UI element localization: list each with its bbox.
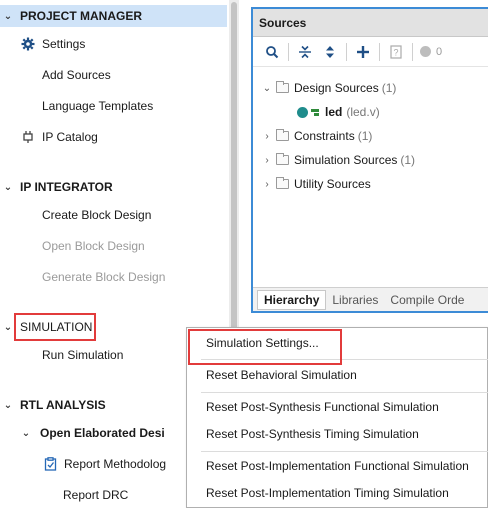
sources-panel-title: Sources <box>259 15 307 30</box>
nav-item-settings[interactable]: Settings <box>20 33 85 55</box>
collapse-all-icon <box>299 45 311 58</box>
nav-item-label: Run Simulation <box>42 348 124 362</box>
nav-item-label: Settings <box>42 37 86 51</box>
tab-libraries[interactable]: Libraries <box>326 290 384 310</box>
chevron-down-icon: ⌄ <box>3 399 13 411</box>
chevron-down-icon: ⌄ <box>21 427 31 439</box>
section-project-manager[interactable]: ⌄ PROJECT MANAGER <box>0 5 227 27</box>
gear-icon <box>20 36 36 52</box>
nav-item-open-elaborated-design[interactable]: ⌄ Open Elaborated Desi <box>20 422 165 444</box>
scrollbar-thumb[interactable] <box>231 2 237 332</box>
section-title: SIMULATION <box>20 320 93 334</box>
tree-item-constraints[interactable]: › Constraints (1) <box>261 125 372 147</box>
help-document-icon: ? <box>390 44 402 59</box>
status-count: 0 <box>420 46 442 58</box>
chevron-right-icon: › <box>265 178 269 190</box>
tree-item-simulation-sources[interactable]: › Simulation Sources (1) <box>261 149 415 171</box>
collapse-all-button[interactable] <box>294 41 316 63</box>
tree-item-label: Design Sources <box>294 81 379 95</box>
menu-item-reset-post-synthesis-functional[interactable]: Reset Post-Synthesis Functional Simulati… <box>206 396 439 418</box>
menu-item-reset-post-implementation-functional[interactable]: Reset Post-Implementation Functional Sim… <box>206 455 469 477</box>
menu-item-simulation-settings[interactable]: Simulation Settings... <box>206 332 319 354</box>
tree-item-led[interactable]: led (led.v) <box>297 101 380 123</box>
module-status-icon <box>297 106 308 118</box>
tab-hierarchy[interactable]: Hierarchy <box>257 289 327 310</box>
expand-all-icon <box>326 45 334 58</box>
nav-item-label: Report Methodolog <box>64 457 167 471</box>
nav-item-add-sources[interactable]: Add Sources <box>42 64 111 86</box>
nav-item-create-block-design[interactable]: Create Block Design <box>42 204 151 226</box>
tab-compile-order[interactable]: Compile Orde <box>384 290 470 310</box>
nav-item-open-block-design[interactable]: Open Block Design <box>42 235 145 257</box>
toolbar-divider <box>288 42 289 61</box>
section-simulation[interactable]: ⌄ SIMULATION <box>0 316 93 338</box>
menu-divider <box>201 392 488 393</box>
tree-item-count: (1) <box>357 129 373 143</box>
sources-panel: Sources ? 0 ⌄ Design Sources (1) led (le… <box>251 7 488 313</box>
chevron-right-icon: › <box>265 130 269 142</box>
menu-item-reset-post-synthesis-timing[interactable]: Reset Post-Synthesis Timing Simulation <box>206 423 419 445</box>
sources-tab-bar: Hierarchy Libraries Compile Orde <box>253 287 488 311</box>
module-file: (led.v) <box>346 105 380 119</box>
section-rtl-analysis[interactable]: ⌄ RTL ANALYSIS <box>0 394 106 416</box>
nav-item-report-methodology[interactable]: Report Methodolog <box>42 453 166 475</box>
nav-item-ip-catalog[interactable]: IP Catalog <box>20 126 98 148</box>
checklist-icon <box>42 456 58 472</box>
section-title: RTL ANALYSIS <box>20 398 106 412</box>
section-ip-integrator[interactable]: ⌄ IP INTEGRATOR <box>0 176 113 198</box>
nav-item-label: Create Block Design <box>42 208 152 222</box>
properties-button[interactable]: ? <box>385 41 407 63</box>
nav-item-label: Language Templates <box>42 99 154 113</box>
expand-all-button[interactable] <box>319 41 341 63</box>
toolbar-divider <box>346 42 347 61</box>
tree-item-label: Constraints <box>294 129 355 143</box>
nav-item-label: Report DRC <box>63 488 129 502</box>
folder-icon <box>276 177 289 189</box>
add-sources-button[interactable] <box>352 41 374 63</box>
svg-text:?: ? <box>393 47 398 57</box>
tree-item-utility-sources[interactable]: › Utility Sources <box>261 173 371 195</box>
status-count-value: 0 <box>436 45 443 58</box>
chevron-down-icon: ⌄ <box>3 321 13 333</box>
plus-icon <box>357 45 369 58</box>
nav-item-label: IP Catalog <box>42 130 98 144</box>
section-title: IP INTEGRATOR <box>20 180 113 194</box>
toolbar-divider <box>412 42 413 61</box>
tree-item-design-sources[interactable]: ⌄ Design Sources (1) <box>261 77 396 99</box>
tree-item-label: Simulation Sources <box>294 153 398 167</box>
nav-item-label: Generate Block Design <box>42 270 166 284</box>
nav-item-label: Open Block Design <box>42 239 145 253</box>
nav-item-generate-block-design[interactable]: Generate Block Design <box>42 266 165 288</box>
menu-divider <box>201 359 488 360</box>
chevron-down-icon: ⌄ <box>3 10 13 22</box>
hierarchy-icon <box>311 108 319 116</box>
section-title: PROJECT MANAGER <box>20 9 143 23</box>
nav-item-language-templates[interactable]: Language Templates <box>42 95 153 117</box>
nav-item-report-drc[interactable]: Report DRC <box>63 484 128 506</box>
chevron-down-icon: ⌄ <box>262 82 272 94</box>
sources-panel-header: Sources <box>253 9 488 37</box>
chevron-right-icon: › <box>265 154 269 166</box>
search-button[interactable] <box>261 41 283 63</box>
nav-item-run-simulation[interactable]: Run Simulation <box>42 344 123 366</box>
menu-item-reset-post-implementation-timing[interactable]: Reset Post-Implementation Timing Simulat… <box>206 482 449 504</box>
folder-icon <box>276 153 289 165</box>
menu-item-reset-behavioral-simulation[interactable]: Reset Behavioral Simulation <box>206 364 357 386</box>
tree-item-label: Utility Sources <box>294 177 371 191</box>
search-icon <box>266 45 279 58</box>
tree-item-count: (1) <box>381 81 397 95</box>
folder-icon <box>276 81 289 93</box>
nav-item-label: Open Elaborated Desi <box>40 426 165 440</box>
status-dot-icon <box>420 46 431 57</box>
menu-divider <box>201 451 488 452</box>
plug-icon <box>20 129 36 145</box>
chevron-down-icon: ⌄ <box>3 181 13 193</box>
nav-item-label: Add Sources <box>42 68 111 82</box>
module-name: led <box>325 105 343 119</box>
toolbar-divider <box>379 42 380 61</box>
folder-icon <box>276 129 289 141</box>
sources-toolbar: ? 0 <box>253 37 488 67</box>
tree-item-count: (1) <box>400 153 416 167</box>
simulation-context-menu: Simulation Settings... Reset Behavioral … <box>186 327 488 508</box>
